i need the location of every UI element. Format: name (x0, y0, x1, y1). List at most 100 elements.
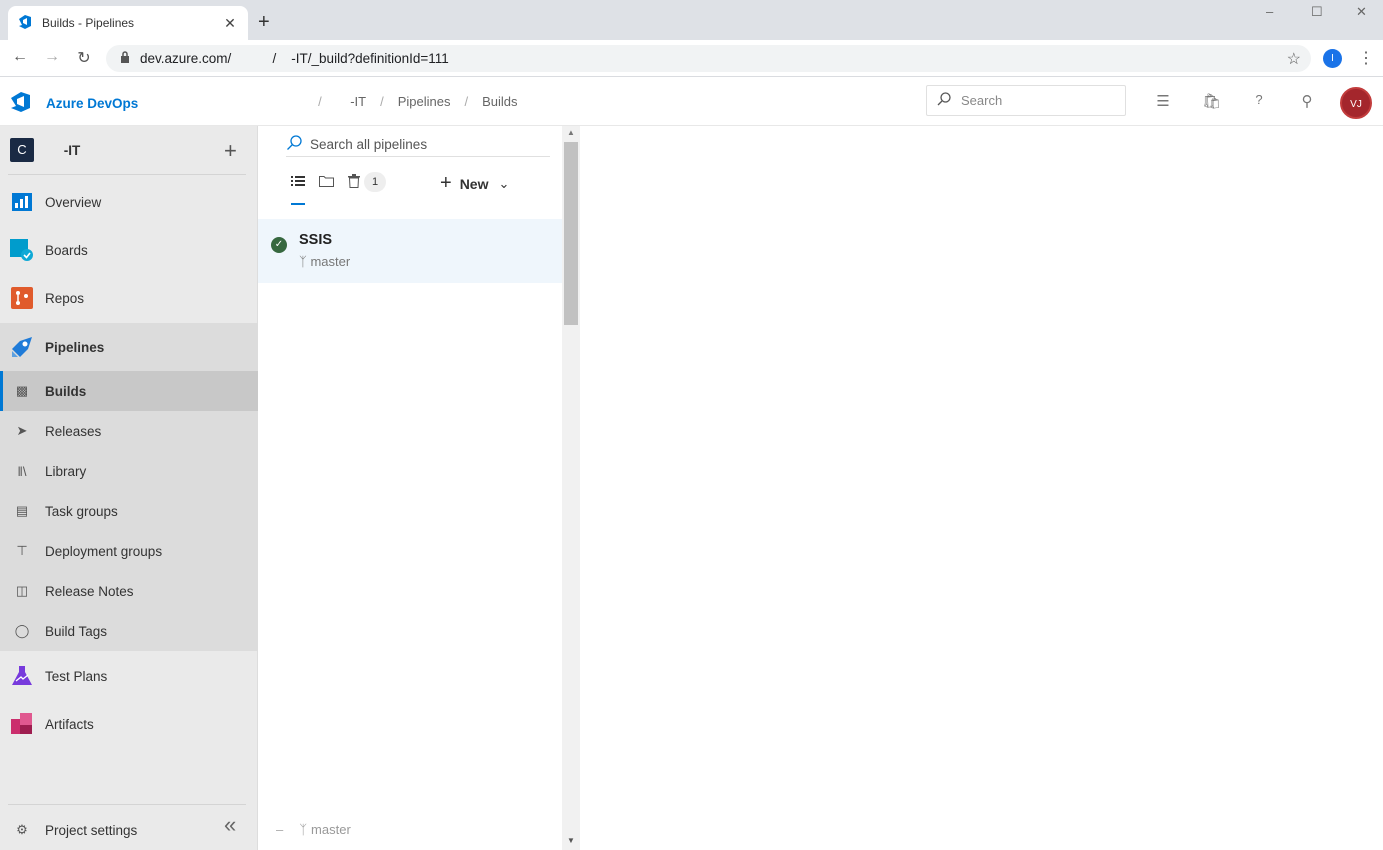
nav-label: Test Plans (45, 668, 108, 684)
nav-item-repos[interactable]: Repos (0, 278, 258, 318)
nav-item-overview[interactable]: Overview (0, 182, 258, 222)
gear-icon: ⚙ (16, 822, 28, 837)
nav-item-pipelines[interactable]: Pipelines (0, 327, 258, 367)
project-name: -IT (45, 142, 81, 158)
branch-name: master (310, 254, 351, 269)
collapse-dash-icon: – (276, 822, 284, 837)
pipelines-section: Pipelines ▩ Builds ➤ Releases ‖\ Library… (0, 323, 258, 651)
deleted-count-badge: 1 (364, 172, 386, 192)
breadcrumb-separator: / (380, 94, 384, 109)
chevron-down-icon: ⌄ (498, 175, 510, 191)
nav-subitem-build-tags[interactable]: ◯ Build Tags (0, 611, 258, 651)
breadcrumb-pipelines[interactable]: Pipelines (398, 94, 451, 109)
close-window-button[interactable]: ✕ (1356, 4, 1367, 20)
builds-icon: ▩ (15, 383, 29, 398)
nav-sublabel: Releases (45, 423, 102, 439)
project-settings-link[interactable]: ⚙ Project settings (0, 810, 258, 850)
panel-scrollbar[interactable]: ▲ ▼ (562, 126, 580, 850)
browser-menu-icon[interactable]: ⋮ (1358, 48, 1374, 68)
new-button-label: New (459, 175, 489, 192)
deleted-view-icon[interactable] (348, 173, 360, 191)
lock-icon (120, 51, 130, 66)
forward-arrow-icon[interactable]: → (42, 48, 62, 66)
browser-toolbar: ← → ↻ dev.azure.com/ / -IT/_build?defini… (0, 40, 1383, 77)
browser-profile-avatar[interactable]: I (1323, 49, 1342, 68)
address-bar[interactable]: dev.azure.com/ / -IT/_build?definitionId… (106, 45, 1311, 72)
breadcrumb-organization[interactable] (268, 94, 304, 109)
minimize-button[interactable]: – (1266, 4, 1273, 19)
nav-item-test-plans[interactable]: Test Plans (0, 656, 258, 696)
project-selector[interactable]: C -IT + (0, 126, 258, 174)
nav-subitem-task-groups[interactable]: ▤ Task groups (0, 491, 258, 531)
nav-subitem-deployment-groups[interactable]: ⊤ Deployment groups (0, 531, 258, 571)
nav-item-artifacts[interactable]: Artifacts (0, 704, 258, 744)
branch-name: master (311, 822, 351, 837)
list-view-icon[interactable] (291, 175, 305, 190)
breadcrumb-separator: / (464, 94, 469, 109)
new-tab-button[interactable]: + (258, 12, 270, 32)
nav-subitem-releases[interactable]: ➤ Releases (0, 411, 258, 451)
bottom-branch-row: – ᛉ master (276, 822, 351, 837)
overview-icon (10, 190, 34, 214)
pipelines-search-input[interactable]: Search all pipelines (286, 132, 550, 157)
branch-icon: ᛉ (299, 254, 307, 269)
azure-devops-favicon-icon (18, 14, 34, 33)
folder-view-icon[interactable] (319, 175, 334, 190)
nav-item-boards[interactable]: Boards (0, 230, 258, 270)
nav-sublabel: Release Notes (45, 583, 134, 599)
artifacts-icon (10, 712, 34, 736)
left-navigation-sidebar: C -IT + Overview Boards Repos Pipelines … (0, 126, 258, 850)
divider (8, 174, 246, 175)
nav-subitem-release-notes[interactable]: ◫ Release Notes (0, 571, 258, 611)
view-tabs: 1 (291, 172, 386, 192)
marketplace-bag-icon[interactable]: 🛍 (1202, 92, 1221, 110)
pipelines-icon (10, 335, 34, 359)
active-tab-indicator (291, 203, 305, 205)
task-groups-icon: ▤ (15, 503, 29, 518)
reload-icon[interactable]: ↻ (74, 48, 94, 68)
brand-link[interactable]: Azure DevOps (10, 91, 138, 116)
success-check-icon: ✓ (271, 237, 287, 253)
nav-label: Overview (45, 194, 102, 210)
search-icon (286, 134, 302, 154)
user-settings-icon[interactable]: ⚲ (1298, 92, 1316, 110)
scroll-down-arrow-icon[interactable]: ▼ (567, 836, 575, 845)
maximize-button[interactable]: ☐ (1311, 4, 1323, 20)
nav-sublabel: Deployment groups (45, 543, 163, 559)
pipeline-name: SSIS (299, 232, 333, 248)
scrollbar-thumb[interactable] (564, 142, 578, 325)
nav-sublabel: Library (45, 463, 87, 479)
browser-tab[interactable]: Builds - Pipelines ✕ (8, 6, 248, 40)
nav-sublabel: Builds (45, 383, 87, 399)
bookmark-star-icon[interactable]: ☆ (1287, 49, 1301, 69)
search-icon (937, 92, 951, 109)
test-plans-icon (10, 664, 34, 688)
detail-pane (581, 126, 1383, 850)
user-avatar[interactable]: VJ (1340, 87, 1372, 119)
azure-devops-logo-icon (10, 91, 34, 116)
divider (8, 804, 246, 805)
back-arrow-icon[interactable]: ← (10, 48, 30, 66)
plus-icon: + (440, 172, 452, 194)
collapse-sidebar-icon[interactable]: « (224, 814, 236, 836)
package-icon: ◫ (15, 583, 29, 598)
header-search-input[interactable]: Search (926, 85, 1126, 116)
browser-tab-title: Builds - Pipelines (42, 16, 135, 30)
breadcrumb-project[interactable]: -IT (336, 94, 366, 109)
pipelines-search-placeholder: Search all pipelines (310, 136, 428, 152)
help-icon[interactable]: ? (1250, 92, 1268, 107)
project-badge: C (10, 138, 34, 162)
nav-subitem-library[interactable]: ‖\ Library (0, 451, 258, 491)
breadcrumb-builds[interactable]: Builds (482, 94, 517, 109)
pipeline-list-item[interactable]: ✓ SSIS ᛉ master (258, 219, 562, 283)
tab-close-icon[interactable]: ✕ (222, 15, 238, 32)
nav-subitem-builds[interactable]: ▩ Builds (0, 371, 258, 411)
pipelines-list-panel: Search all pipelines 1 + New ⌄ ✓ SSIS ᛉ … (258, 126, 580, 850)
new-pipeline-button[interactable]: + New ⌄ (440, 172, 509, 195)
breadcrumb: / -IT / Pipelines / Builds (268, 94, 517, 109)
scroll-up-arrow-icon[interactable]: ▲ (567, 128, 575, 137)
browser-tab-strip: Builds - Pipelines ✕ + – ☐ ✕ (0, 0, 1383, 40)
add-icon[interactable]: + (224, 138, 237, 164)
rocket-icon: ➤ (16, 423, 28, 438)
work-items-icon[interactable]: ☰ (1154, 92, 1172, 110)
